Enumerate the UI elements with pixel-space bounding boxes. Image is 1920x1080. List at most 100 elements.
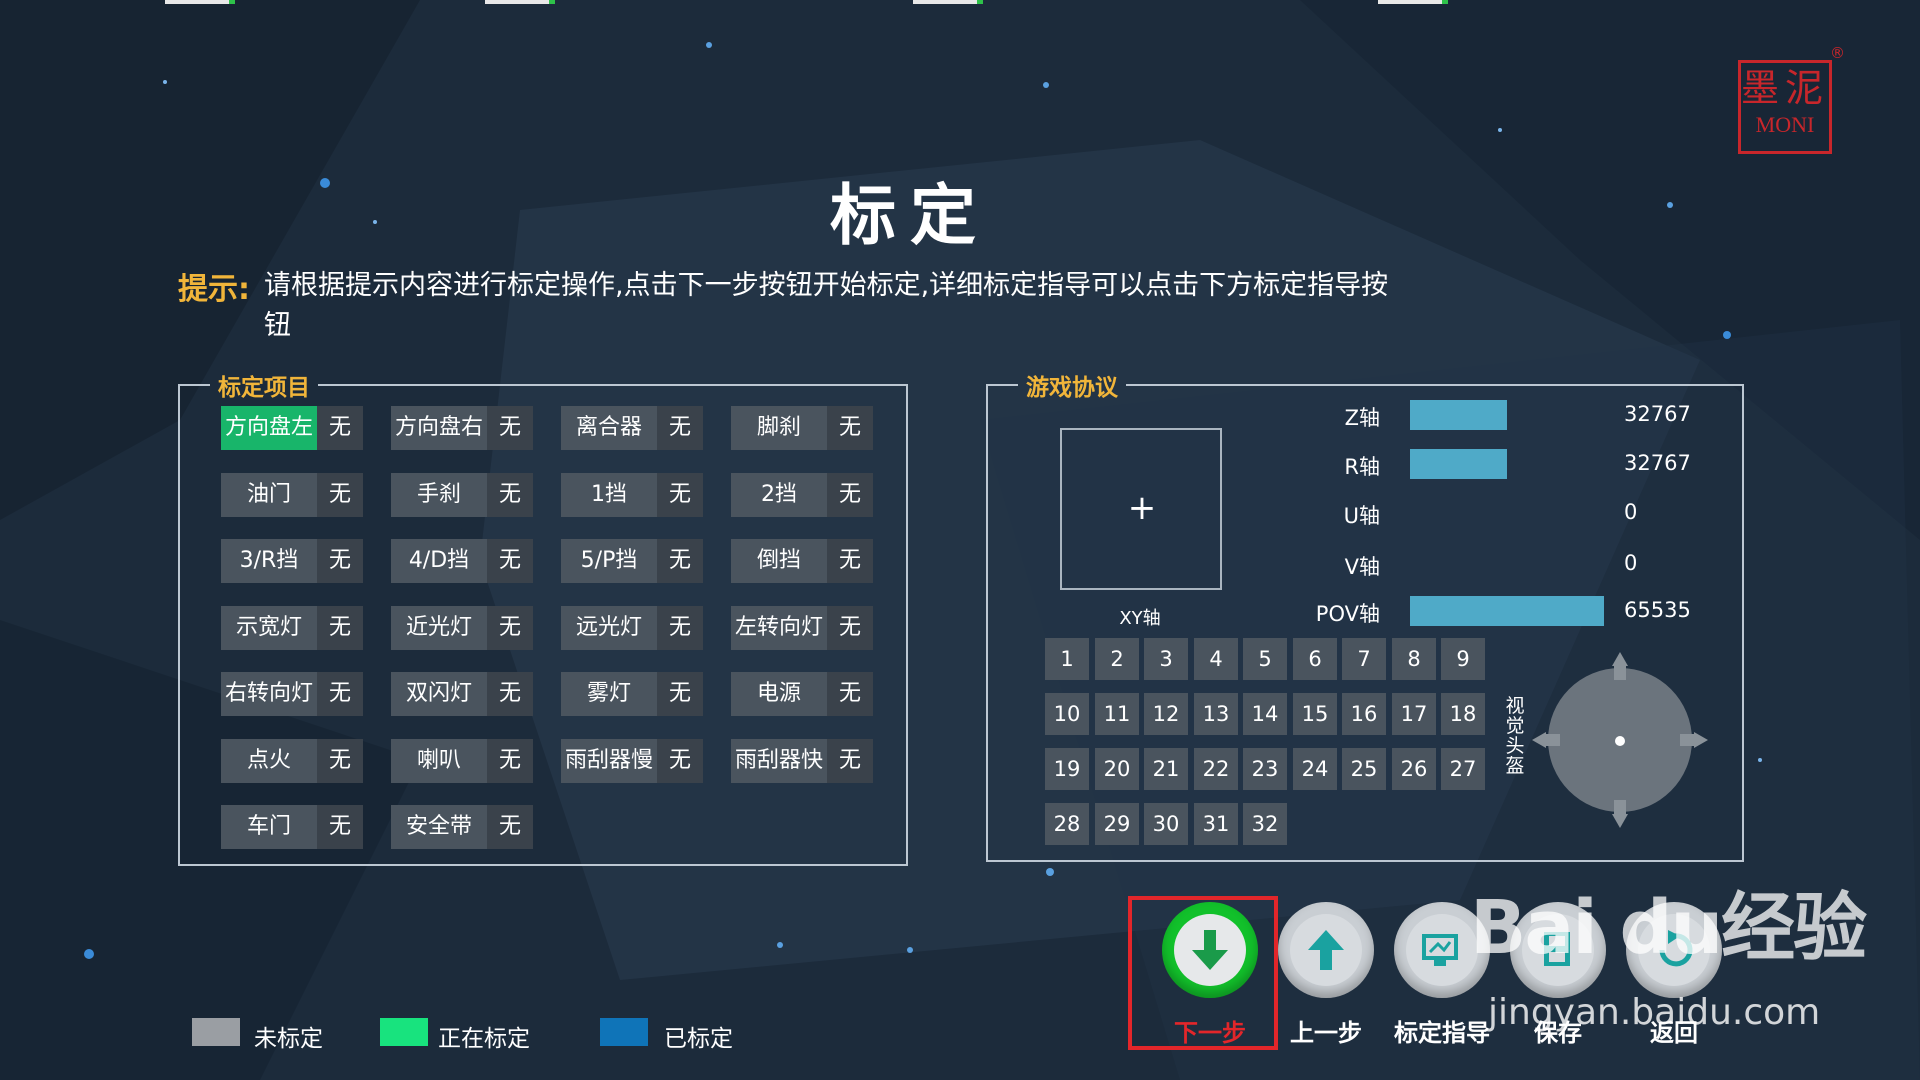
prev-step-button[interactable] bbox=[1278, 902, 1374, 998]
calib-item-name: 方向盘右 bbox=[391, 406, 487, 450]
page-title: 标定 bbox=[830, 176, 990, 254]
moni-logo: 墨泥 MONI bbox=[1738, 60, 1832, 154]
calib-item[interactable]: 油门无 bbox=[221, 473, 363, 517]
top-tab-1 bbox=[165, 0, 235, 4]
baidu-watermark: Bai du经验 bbox=[1470, 885, 1867, 971]
calib-item-status: 无 bbox=[317, 672, 363, 716]
calib-item[interactable]: 方向盘左无 bbox=[221, 406, 363, 450]
calib-item[interactable]: 雾灯无 bbox=[561, 672, 703, 716]
xy-cursor-icon: + bbox=[1127, 488, 1157, 528]
calib-item[interactable]: 2挡无 bbox=[731, 473, 873, 517]
calib-item[interactable]: 离合器无 bbox=[561, 406, 703, 450]
joystick-button: 14 bbox=[1243, 693, 1287, 735]
legend-swatch-uncalibrated bbox=[192, 1018, 240, 1046]
joystick-button: 6 bbox=[1293, 638, 1337, 680]
calib-item-name: 示宽灯 bbox=[221, 606, 317, 650]
joystick-button: 5 bbox=[1243, 638, 1287, 680]
joystick-button: 23 bbox=[1243, 748, 1287, 790]
calib-item-status: 无 bbox=[317, 539, 363, 583]
calib-item-name: 左转向灯 bbox=[731, 606, 827, 650]
calib-item[interactable]: 3/R挡无 bbox=[221, 539, 363, 583]
calib-item-name: 雨刮器慢 bbox=[561, 739, 657, 783]
calib-item-status: 无 bbox=[487, 539, 533, 583]
calib-item-name: 手刹 bbox=[391, 473, 487, 517]
calib-item[interactable]: 5/P挡无 bbox=[561, 539, 703, 583]
axis-bar bbox=[1410, 400, 1507, 430]
calib-item[interactable]: 雨刮器快无 bbox=[731, 739, 873, 783]
joystick-button: 19 bbox=[1045, 748, 1089, 790]
calib-item[interactable]: 4/D挡无 bbox=[391, 539, 533, 583]
calib-item-status: 无 bbox=[317, 473, 363, 517]
calib-item[interactable]: 手刹无 bbox=[391, 473, 533, 517]
axis-value: 65535 bbox=[1624, 598, 1691, 622]
calib-item[interactable]: 车门无 bbox=[221, 805, 363, 849]
calib-item-name: 车门 bbox=[221, 805, 317, 849]
calib-item-name: 远光灯 bbox=[561, 606, 657, 650]
calib-item[interactable]: 1挡无 bbox=[561, 473, 703, 517]
calib-item-name: 脚刹 bbox=[731, 406, 827, 450]
next-step-button[interactable] bbox=[1162, 902, 1258, 998]
calib-item-status: 无 bbox=[827, 406, 873, 450]
axis-value: 0 bbox=[1624, 500, 1638, 524]
calib-item[interactable]: 雨刮器慢无 bbox=[561, 739, 703, 783]
calib-item[interactable]: 安全带无 bbox=[391, 805, 533, 849]
joystick-button: 12 bbox=[1144, 693, 1188, 735]
prev-step-label[interactable]: 上一步 bbox=[1261, 1013, 1391, 1048]
calib-item[interactable]: 右转向灯无 bbox=[221, 672, 363, 716]
joystick-button: 16 bbox=[1342, 693, 1386, 735]
calib-item[interactable]: 方向盘右无 bbox=[391, 406, 533, 450]
calib-item[interactable]: 近光灯无 bbox=[391, 606, 533, 650]
calib-item-name: 3/R挡 bbox=[221, 539, 317, 583]
joystick-button: 11 bbox=[1095, 693, 1139, 735]
axis-label: R轴 bbox=[1344, 455, 1380, 479]
joystick-button: 20 bbox=[1095, 748, 1139, 790]
calib-item[interactable]: 远光灯无 bbox=[561, 606, 703, 650]
xy-axis-label: XY轴 bbox=[1119, 608, 1161, 629]
calib-item-status: 无 bbox=[827, 672, 873, 716]
calib-item-status: 无 bbox=[487, 805, 533, 849]
calib-item[interactable]: 倒挡无 bbox=[731, 539, 873, 583]
legend-swatch-calibrated bbox=[600, 1018, 648, 1046]
calib-item[interactable]: 点火无 bbox=[221, 739, 363, 783]
joystick-button: 15 bbox=[1293, 693, 1337, 735]
calib-item[interactable]: 双闪灯无 bbox=[391, 672, 533, 716]
axis-bar bbox=[1410, 449, 1507, 479]
calib-item-name: 离合器 bbox=[561, 406, 657, 450]
calib-item-name: 点火 bbox=[221, 739, 317, 783]
arrow-down-icon bbox=[1174, 914, 1246, 986]
joystick-button: 21 bbox=[1144, 748, 1188, 790]
joystick-button: 10 bbox=[1045, 693, 1089, 735]
calib-item-name: 近光灯 bbox=[391, 606, 487, 650]
calib-item-name: 5/P挡 bbox=[561, 539, 657, 583]
top-tab-3 bbox=[913, 0, 983, 4]
calib-item-status: 无 bbox=[657, 606, 703, 650]
calib-item[interactable]: 示宽灯无 bbox=[221, 606, 363, 650]
calib-item[interactable]: 喇叭无 bbox=[391, 739, 533, 783]
joystick-button: 26 bbox=[1392, 748, 1436, 790]
joystick-button: 17 bbox=[1392, 693, 1436, 735]
legend-uncalibrated: 未标定 bbox=[254, 1026, 323, 1052]
joystick-button: 9 bbox=[1441, 638, 1485, 680]
joystick-button: 7 bbox=[1342, 638, 1386, 680]
calib-item[interactable]: 左转向灯无 bbox=[731, 606, 873, 650]
joystick-button: 30 bbox=[1144, 803, 1188, 845]
calib-item[interactable]: 脚刹无 bbox=[731, 406, 873, 450]
legend-swatch-calibrating bbox=[380, 1018, 428, 1046]
calib-panel-title: 标定项目 bbox=[218, 375, 310, 401]
next-step-label[interactable]: 下一步 bbox=[1145, 1013, 1275, 1048]
axis-label: POV轴 bbox=[1315, 602, 1380, 626]
calib-item-name: 1挡 bbox=[561, 473, 657, 517]
axis-label: U轴 bbox=[1343, 504, 1380, 528]
calib-item-status: 无 bbox=[827, 606, 873, 650]
calib-item-name: 4/D挡 bbox=[391, 539, 487, 583]
calib-item[interactable]: 电源无 bbox=[731, 672, 873, 716]
calib-item-status: 无 bbox=[317, 805, 363, 849]
axis-bar bbox=[1410, 596, 1604, 626]
axis-label: Z轴 bbox=[1344, 406, 1380, 430]
registered-mark: ® bbox=[1830, 44, 1845, 62]
hat-label: 视觉头盔 bbox=[1505, 695, 1525, 777]
top-tab-4 bbox=[1378, 0, 1448, 4]
calib-item-name: 2挡 bbox=[731, 473, 827, 517]
joystick-button: 28 bbox=[1045, 803, 1089, 845]
calib-item-name: 右转向灯 bbox=[221, 672, 317, 716]
